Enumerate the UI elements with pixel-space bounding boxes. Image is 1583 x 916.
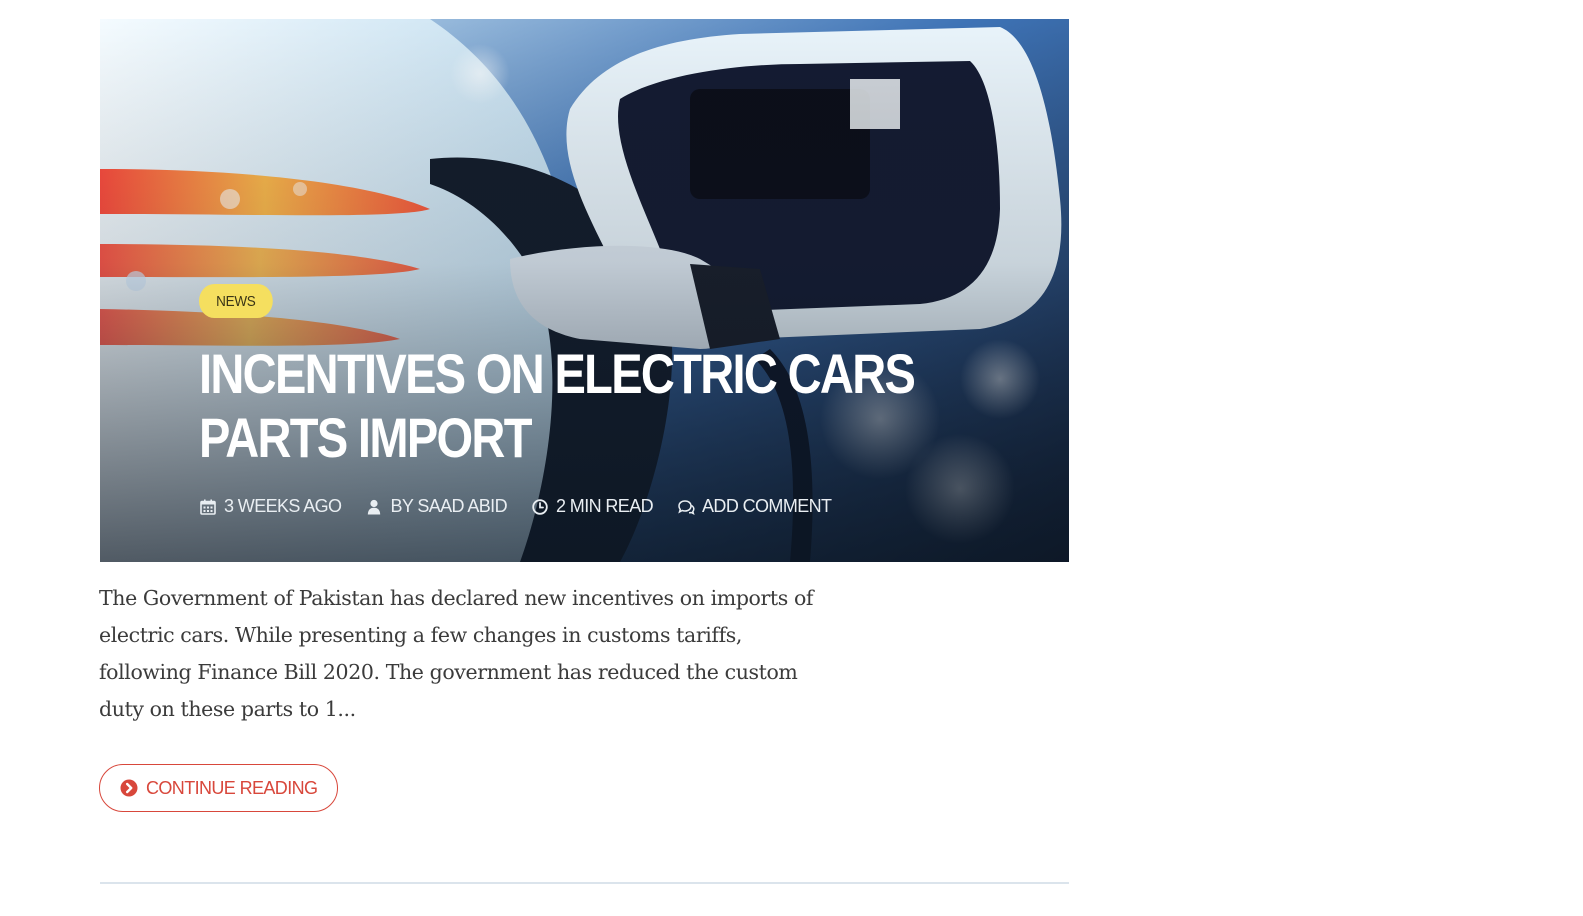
comments-icon — [677, 498, 695, 516]
meta-comments[interactable]: ADD COMMENT — [677, 496, 832, 517]
post-title[interactable]: INCENTIVES ON ELECTRIC CARS PARTS IMPORT — [199, 342, 1022, 470]
meta-comments-label: ADD COMMENT — [702, 496, 832, 516]
meta-author[interactable]: BY SAAD ABID — [365, 496, 508, 517]
post-excerpt: The Government of Pakistan has declared … — [99, 586, 814, 721]
continue-reading-label: CONTINUE READING — [146, 777, 318, 798]
meta-read-time: 2 MIN READ — [531, 496, 654, 517]
meta-date[interactable]: 3 WEEKS AGO — [199, 496, 342, 517]
post-card: NEWS INCENTIVES ON ELECTRIC CARS PARTS I… — [100, 19, 1069, 562]
post-hero[interactable]: NEWS INCENTIVES ON ELECTRIC CARS PARTS I… — [100, 19, 1069, 562]
meta-read-time-label: 2 MIN READ — [555, 496, 654, 516]
hero-content: NEWS INCENTIVES ON ELECTRIC CARS PARTS I… — [199, 284, 1019, 517]
continue-reading-button[interactable]: CONTINUE READING — [99, 764, 339, 812]
calendar-icon — [199, 498, 217, 516]
post-meta: 3 WEEKS AGO BY SAAD ABID 2 MIN READ ADD … — [199, 496, 1019, 517]
meta-author-label: BY SAAD ABID — [390, 496, 507, 516]
meta-date-label: 3 WEEKS AGO — [224, 496, 342, 516]
clock-icon — [531, 498, 549, 516]
chevron-circle-right-icon — [120, 779, 138, 797]
user-icon — [365, 498, 383, 516]
category-badge[interactable]: NEWS — [199, 284, 273, 318]
post-divider — [100, 882, 1069, 884]
